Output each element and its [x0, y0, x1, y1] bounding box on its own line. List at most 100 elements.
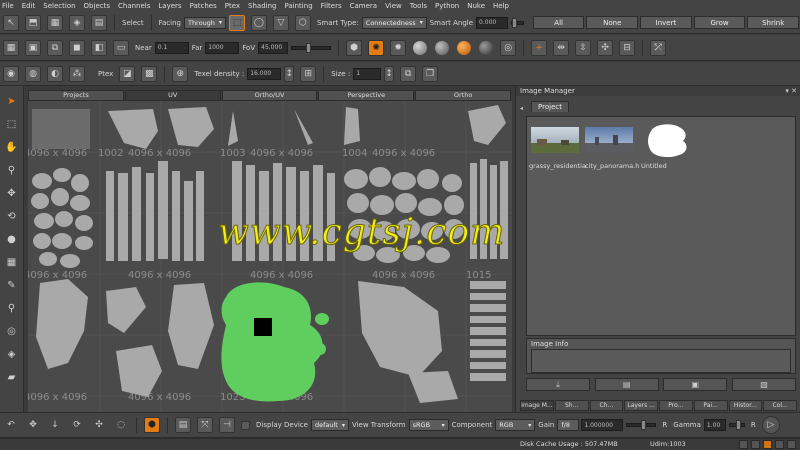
- horizontal-mirror-icon[interactable]: ⇹: [553, 39, 570, 56]
- ortho-icon[interactable]: ▭: [113, 39, 129, 56]
- zoom-tool-icon[interactable]: ⚲: [5, 163, 19, 177]
- flat-shaded-sphere-icon[interactable]: [413, 40, 428, 55]
- invert-selection-button[interactable]: Invert: [640, 16, 692, 29]
- dotted-circle-icon[interactable]: ◌: [113, 417, 129, 433]
- select-object-icon[interactable]: ◈: [69, 14, 85, 31]
- status-grid-icon[interactable]: [751, 440, 760, 449]
- status-grid-icon[interactable]: [739, 440, 748, 449]
- cube-icon[interactable]: ◼: [69, 39, 85, 56]
- smart-angle-input[interactable]: 0.000: [476, 16, 508, 29]
- transform-tool-icon[interactable]: ⟲: [5, 209, 19, 223]
- paint-drop-icon[interactable]: ●: [5, 232, 19, 246]
- eye-icon[interactable]: ◉: [3, 65, 19, 82]
- component-dropdown[interactable]: RGB ▾: [495, 419, 536, 431]
- lighting-icon[interactable]: ✺: [368, 39, 385, 56]
- image-thumbnail[interactable]: [643, 123, 691, 157]
- tab-uv[interactable]: UV: [124, 90, 221, 101]
- arrow-down-icon[interactable]: ↓: [47, 417, 63, 433]
- menu-painting[interactable]: Painting: [284, 2, 312, 10]
- select-none-button[interactable]: None: [586, 16, 639, 29]
- panel-tab[interactable]: Layers ...: [624, 400, 658, 411]
- menu-channels[interactable]: Channels: [118, 2, 150, 10]
- selected-uv-shell[interactable]: [221, 282, 329, 402]
- scale-gizmo-icon[interactable]: ✣: [91, 417, 107, 433]
- fov-input[interactable]: 45.000: [258, 41, 289, 54]
- menu-filters[interactable]: Filters: [321, 2, 342, 10]
- wireframe-icon[interactable]: ◎: [500, 39, 517, 56]
- ptex-uniform-icon[interactable]: ▩: [141, 65, 158, 82]
- select-shell-icon[interactable]: ⬒: [25, 14, 41, 31]
- menu-file[interactable]: File: [2, 2, 14, 10]
- ptex-resolution-icon[interactable]: ◪: [119, 65, 136, 82]
- light-bulb-icon[interactable]: ✹: [390, 39, 407, 56]
- status-info-icon[interactable]: [775, 440, 784, 449]
- gamma-reset-button[interactable]: R: [751, 421, 756, 429]
- menu-ptex[interactable]: Ptex: [225, 2, 240, 10]
- frame-icon[interactable]: ⧉: [47, 39, 63, 56]
- menu-nuke[interactable]: Nuke: [467, 2, 485, 10]
- panel-tab[interactable]: Sh...: [554, 400, 589, 411]
- shrink-selection-button[interactable]: Shrink: [747, 16, 800, 29]
- import-image-icon[interactable]: ⤓: [526, 378, 590, 391]
- image-thumbnail[interactable]: [585, 123, 633, 157]
- menu-python[interactable]: Python: [435, 2, 459, 10]
- menu-layers[interactable]: Layers: [158, 2, 181, 10]
- fov-slider[interactable]: [291, 42, 332, 53]
- hex-object-icon[interactable]: ⬢: [144, 417, 160, 433]
- delete-image-icon[interactable]: ▧: [731, 378, 796, 391]
- facing-dropdown[interactable]: Through ▾: [183, 16, 226, 29]
- panel-tab[interactable]: Pai...: [693, 400, 728, 411]
- transform-icon[interactable]: ⤱: [650, 39, 667, 56]
- pin-icon[interactable]: ⤧: [197, 417, 213, 433]
- tab-projects[interactable]: Projects: [28, 90, 124, 101]
- eraser-tool-icon[interactable]: ▰: [5, 370, 19, 384]
- vertical-mirror-icon[interactable]: ⇳: [575, 39, 592, 56]
- menu-selection[interactable]: Selection: [43, 2, 75, 10]
- checkbox[interactable]: [241, 420, 250, 430]
- gain-fstop-dropdown[interactable]: f/8: [557, 419, 580, 431]
- textured-sphere-icon[interactable]: [457, 40, 472, 55]
- size-input[interactable]: 1: [353, 67, 382, 80]
- camera-icon[interactable]: ▣: [25, 39, 41, 56]
- slider-knob[interactable]: [511, 17, 517, 28]
- document-icon[interactable]: ▤: [175, 417, 191, 433]
- mirror-plane-icon[interactable]: ⊟: [619, 39, 636, 56]
- new-image-icon[interactable]: ▤: [594, 378, 659, 391]
- marquee-select-icon[interactable]: ⬚: [228, 14, 245, 31]
- smart-angle-slider[interactable]: [510, 17, 524, 28]
- select-all-button[interactable]: All: [532, 16, 585, 29]
- gain-input[interactable]: 1.000000: [581, 419, 624, 431]
- select-patch-icon[interactable]: ▤: [91, 14, 107, 31]
- brush-tool-icon[interactable]: ✎: [5, 278, 19, 292]
- panel-tab[interactable]: Ch...: [589, 400, 624, 411]
- tab-project[interactable]: Project: [531, 101, 569, 112]
- marquee-tool-icon[interactable]: ⬚: [5, 117, 19, 131]
- select-arrow-icon[interactable]: ↖: [3, 14, 19, 31]
- texel-apply-icon[interactable]: ⊞: [300, 65, 317, 82]
- smart-type-dropdown[interactable]: Connectedness ▾: [361, 16, 427, 29]
- lit-sphere-icon[interactable]: [435, 40, 450, 55]
- menu-view[interactable]: View: [385, 2, 402, 10]
- shading-cube-icon[interactable]: ⬢: [346, 39, 363, 56]
- projection-icon[interactable]: ◧: [91, 39, 107, 56]
- select-tool-icon[interactable]: ➤: [5, 94, 19, 108]
- status-info-icon[interactable]: [787, 440, 796, 449]
- grid-tool-icon[interactable]: ▦: [5, 255, 19, 269]
- gain-slider[interactable]: [626, 420, 657, 430]
- menu-help[interactable]: Help: [493, 2, 509, 10]
- cluster-icon[interactable]: ⁂: [69, 65, 85, 82]
- eye-grid-icon[interactable]: ◍: [25, 65, 41, 82]
- panel-tab[interactable]: Pro...: [659, 400, 693, 411]
- spinner-icon[interactable]: ↕: [284, 65, 295, 82]
- view-image-icon[interactable]: ▣: [663, 378, 728, 391]
- tab-ortho[interactable]: Ortho: [415, 90, 511, 101]
- polygon-lasso-icon[interactable]: ▽: [272, 14, 289, 31]
- hand-tool-icon[interactable]: ✋: [5, 140, 19, 154]
- uv-viewport[interactable]: 4096 x 4096 1002 4096 x 4096 1003 4096 x…: [28, 101, 512, 412]
- slider-knob[interactable]: [306, 42, 312, 53]
- panel-tab[interactable]: Col...: [763, 400, 797, 411]
- lasso-icon[interactable]: ◯: [250, 14, 267, 31]
- move-tool-icon[interactable]: ✥: [5, 186, 19, 200]
- tab-perspective[interactable]: Perspective: [318, 90, 415, 101]
- menu-patches[interactable]: Patches: [190, 2, 217, 10]
